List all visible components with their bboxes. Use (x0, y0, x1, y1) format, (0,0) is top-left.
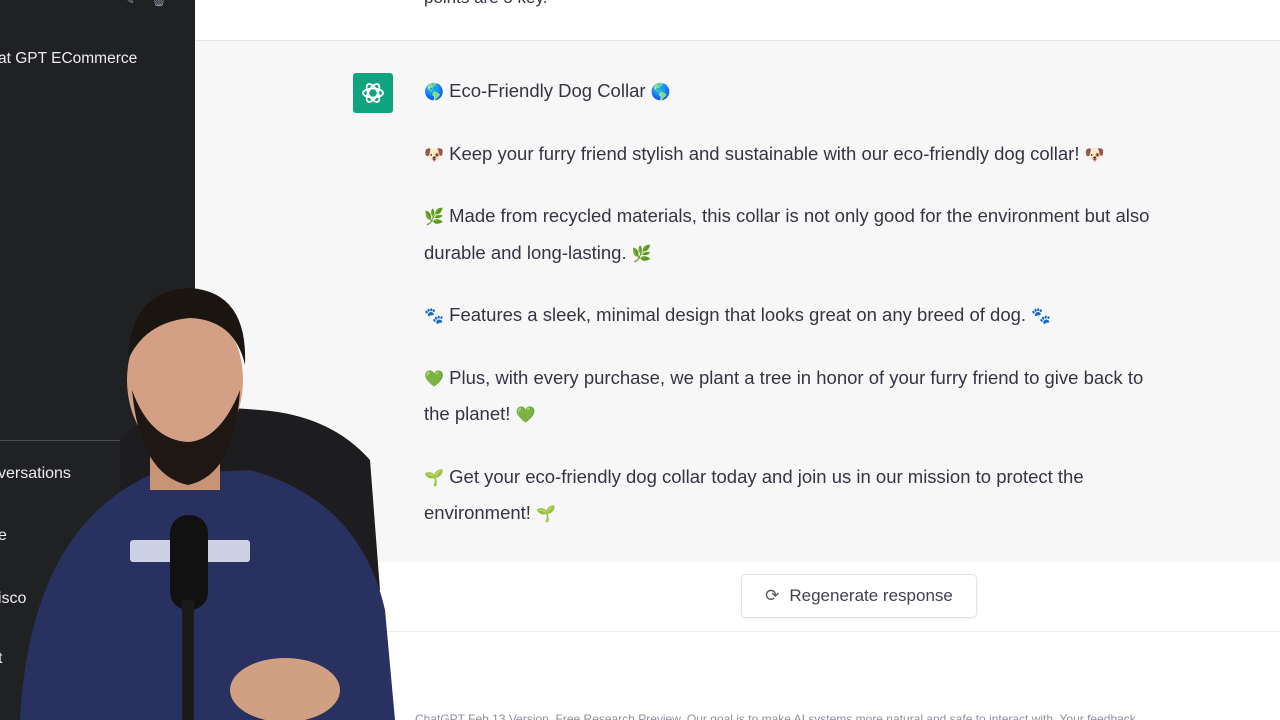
message-title-text: Eco-Friendly Dog Collar (449, 80, 646, 101)
sidebar-top-icons[interactable]: ✎ 🗑 (124, 0, 173, 8)
footer-disclaimer: ChatGPT Feb 13 Version. Free Research Pr… (415, 712, 1136, 720)
message-title: 🌎 Eco-Friendly Dog Collar 🌎 (424, 73, 1274, 110)
paw-prints-icon: 🐾 (424, 306, 444, 325)
globe-icon: 🌎 (424, 82, 444, 101)
message-paragraph: 🐶 Keep your furry friend stylish and sus… (424, 136, 1274, 173)
message-paragraph: 🐾 Features a sleek, minimal design that … (424, 297, 1274, 334)
mic-stand (182, 600, 194, 720)
previous-message-text: points are 5 key. (424, 0, 547, 8)
presenter-hand (230, 658, 340, 720)
message-paragraph-cont: environment! 🌱 (424, 495, 1274, 532)
seedling-icon: 🌱 (424, 468, 444, 487)
message-paragraph-cont: durable and long-lasting. 🌿 (424, 235, 1274, 272)
message-paragraph-cont: the planet! 💚 (424, 396, 1274, 433)
dog-icon: 🐶 (1084, 145, 1105, 164)
sidebar-chat-fade (145, 46, 195, 74)
herb-icon: 🌿 (631, 244, 652, 263)
paragraph-text: Keep your furry friend stylish and susta… (449, 143, 1080, 164)
paragraph-text: Features a sleek, minimal design that lo… (449, 304, 1027, 325)
paragraph-text-line1: Made from recycled materials, this colla… (449, 205, 1150, 226)
chatgpt-logo-icon (353, 73, 393, 113)
sidebar-chat-item[interactable]: at GPT ECommerce (0, 50, 137, 68)
paragraph-text-line1: Plus, with every purchase, we plant a tr… (449, 367, 1144, 388)
dog-icon: 🐶 (424, 145, 444, 164)
seedling-icon: 🌱 (536, 504, 557, 523)
paw-prints-icon: 🐾 (1031, 306, 1052, 325)
green-heart-icon: 💚 (515, 405, 536, 424)
paragraph-text-line2: environment! (424, 502, 531, 523)
message-paragraph: 🌱 Get your eco-friendly dog collar today… (424, 459, 1274, 496)
globe-icon: 🌎 (650, 82, 671, 101)
message-paragraph: 💚 Plus, with every purchase, we plant a … (424, 360, 1274, 397)
green-heart-icon: 💚 (424, 369, 444, 388)
regenerate-label: Regenerate response (789, 586, 953, 605)
paragraph-text-line1: Get your eco-friendly dog collar today a… (449, 466, 1084, 487)
message-input[interactable] (383, 631, 1280, 691)
paragraph-text-line2: the planet! (424, 403, 511, 424)
paragraph-text-line2: durable and long-lasting. (424, 242, 627, 263)
message-paragraph: 🌿 Made from recycled materials, this col… (424, 198, 1274, 235)
refresh-icon: ⟳ (765, 586, 780, 606)
herb-icon: 🌿 (424, 207, 444, 226)
openai-logo-svg (362, 83, 384, 103)
regenerate-response-button[interactable]: ⟳ Regenerate response (741, 574, 977, 618)
presenter-webcam-overlay (20, 288, 395, 720)
microphone (170, 515, 208, 610)
